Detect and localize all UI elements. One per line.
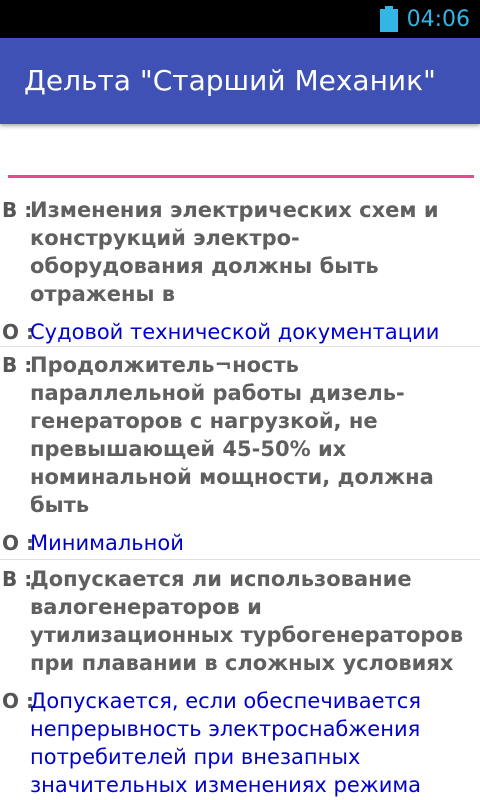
answer-row: О : Допускается, если обеспечивается неп… [0,687,480,799]
search-input[interactable] [8,124,474,178]
answer-text: Допускается, если обеспечивается непреры… [30,689,422,797]
answer-prefix: О : [2,689,34,713]
answer-row: О : Судовой технической документации [0,318,480,346]
answer-text: Судовой технической документации [30,320,440,344]
status-bar: 04:06 [0,0,480,38]
answer-prefix: О : [2,531,34,555]
battery-charging-icon [379,6,398,32]
status-right: 04:06 [379,0,470,38]
question-text: Изменения электрических схем и конструкц… [30,198,439,306]
qa-item[interactable]: В : Допускается ли использование валоген… [0,560,480,799]
question-row: В : Допускается ли использование валоген… [0,565,480,677]
qa-list[interactable]: В : Изменения электрических схем и конст… [0,190,480,800]
answer-row: О : Минимальной [0,529,480,557]
question-row: В : Продолжитель¬ность параллельной рабо… [0,351,480,519]
question-prefix: В : [2,198,33,222]
answer-text: Минимальной [30,531,184,555]
qa-item[interactable]: В : Продолжитель¬ность параллельной рабо… [0,347,480,560]
answer-prefix: О : [2,320,34,344]
qa-item[interactable]: В : Изменения электрических схем и конст… [0,190,480,347]
search-area [0,124,480,184]
question-text: Продолжитель¬ность параллельной работы д… [30,353,434,517]
question-prefix: В : [2,567,33,591]
question-row: В : Изменения электрических схем и конст… [0,196,480,308]
question-prefix: В : [2,353,33,377]
app-title: Дельта "Старший Механик" [24,64,436,97]
question-text: Допускается ли использование валогенерат… [30,567,464,675]
status-time: 04:06 [406,6,470,32]
app-bar: Дельта "Старший Механик" [0,38,480,124]
